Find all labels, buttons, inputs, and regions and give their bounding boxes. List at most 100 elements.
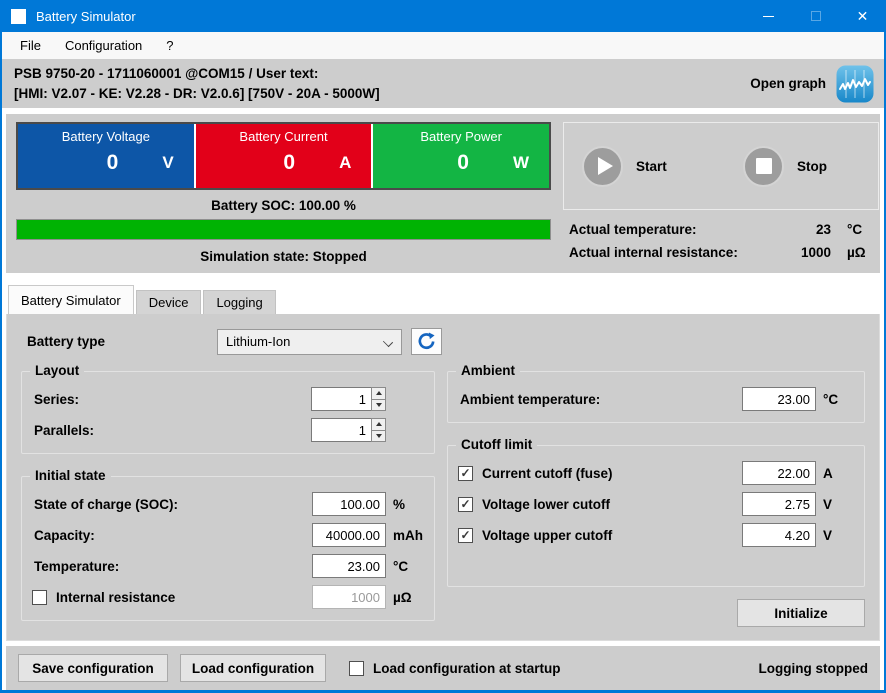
status-section: Battery Voltage 0 V Battery Current 0 A … [6, 114, 880, 273]
parallels-stepper[interactable] [371, 418, 386, 442]
layout-group: Layout Series: [21, 371, 435, 454]
battery-power-display: Battery Power 0 W [373, 124, 549, 188]
load-at-startup-checkbox[interactable] [349, 661, 364, 676]
actual-temperature-row: Actual temperature: 23 °C [569, 222, 877, 237]
battery-voltage-value: 0 [107, 151, 119, 175]
internal-resistance-input[interactable] [312, 585, 386, 609]
battery-voltage-unit: V [162, 153, 173, 173]
current-cutoff-checkbox[interactable] [458, 466, 473, 481]
battery-type-label: Battery type [27, 334, 217, 349]
stop-icon[interactable] [743, 146, 784, 187]
parallels-up-icon[interactable] [372, 419, 385, 430]
tab-control: Battery Simulator Device Logging Battery… [6, 285, 880, 641]
tab-strip: Battery Simulator Device Logging [6, 285, 880, 314]
temperature-input[interactable] [312, 554, 386, 578]
voltage-upper-cutoff-checkbox[interactable] [458, 528, 473, 543]
minimize-icon [763, 16, 774, 17]
actual-resistance-row: Actual internal resistance: 1000 µΩ [569, 245, 877, 260]
tab-battery-simulator[interactable]: Battery Simulator [8, 285, 134, 314]
device-info: PSB 9750-20 - 1711060001 @COM15 / User t… [14, 64, 380, 104]
series-up-icon[interactable] [372, 388, 385, 399]
ambient-temperature-input[interactable] [742, 387, 816, 411]
stop-label: Stop [797, 159, 827, 174]
parallels-down-icon[interactable] [372, 430, 385, 442]
battery-simulator-page: Battery type Lithium-Ion Layout [6, 314, 880, 641]
internal-resistance-checkbox[interactable] [32, 590, 47, 605]
close-button[interactable]: ✕ [839, 0, 886, 32]
app-window: Battery Simulator ✕ File Configuration ?… [0, 0, 886, 693]
soc-input[interactable] [312, 492, 386, 516]
ambient-group-title: Ambient [456, 363, 520, 378]
start-button[interactable]: Start [582, 146, 717, 187]
footer-bar: Save configuration Load configuration Lo… [6, 646, 880, 690]
soc-progress-fill [17, 220, 550, 239]
tab-logging[interactable]: Logging [203, 290, 275, 314]
soc-unit: % [386, 497, 424, 512]
capacity-label: Capacity: [32, 528, 312, 543]
load-configuration-button[interactable]: Load configuration [180, 654, 326, 682]
menu-file[interactable]: File [8, 32, 53, 59]
initialize-button[interactable]: Initialize [737, 599, 865, 627]
simulation-state-label: Simulation state: Stopped [16, 249, 551, 264]
voltage-lower-cutoff-checkbox[interactable] [458, 497, 473, 512]
actual-resistance-unit: µΩ [847, 245, 877, 260]
load-at-startup-label: Load configuration at startup [373, 661, 561, 676]
temperature-label: Temperature: [32, 559, 312, 574]
minimize-button[interactable] [745, 0, 792, 32]
initial-state-group: Initial state State of charge (SOC): % C… [21, 476, 435, 621]
left-column: Layout Series: [21, 371, 435, 621]
voltage-upper-cutoff-input[interactable] [742, 523, 816, 547]
title-bar: Battery Simulator ✕ [0, 0, 886, 32]
battery-soc-label: Battery SOC: 100.00 % [16, 198, 551, 213]
battery-voltage-title: Battery Voltage [18, 124, 194, 144]
battery-type-row: Battery type Lithium-Ion [27, 328, 865, 355]
save-configuration-button[interactable]: Save configuration [18, 654, 168, 682]
battery-current-display: Battery Current 0 A [196, 124, 372, 188]
device-info-line2: [HMI: V2.07 - KE: V2.28 - DR: V2.0.6] [7… [14, 84, 380, 104]
menu-configuration[interactable]: Configuration [53, 32, 154, 59]
battery-power-unit: W [513, 153, 529, 173]
soc-row: State of charge (SOC): % [32, 491, 424, 517]
transport-panel: Start Stop [563, 122, 879, 210]
voltage-lower-cutoff-label: Voltage lower cutoff [482, 497, 742, 512]
transport-column: Start Stop Actual temperature: 23 °C Act… [563, 122, 879, 273]
maximize-icon [811, 11, 821, 21]
refresh-battery-type-button[interactable] [411, 328, 442, 355]
maximize-button[interactable] [792, 0, 839, 32]
series-stepper[interactable] [371, 387, 386, 411]
load-at-startup-control[interactable]: Load configuration at startup [349, 661, 561, 676]
battery-type-select[interactable]: Lithium-Ion [217, 329, 402, 355]
menu-help[interactable]: ? [154, 32, 185, 59]
parallels-input[interactable] [311, 418, 371, 442]
actual-temperature-label: Actual temperature: [569, 222, 785, 237]
voltage-lower-cutoff-row: Voltage lower cutoff V [458, 491, 854, 517]
ambient-temperature-row: Ambient temperature: °C [458, 386, 854, 412]
close-icon: ✕ [857, 9, 869, 23]
internal-resistance-unit: µΩ [386, 590, 424, 605]
device-info-line1: PSB 9750-20 - 1711060001 @COM15 / User t… [14, 64, 380, 84]
current-cutoff-input[interactable] [742, 461, 816, 485]
capacity-input[interactable] [312, 523, 386, 547]
right-column: Ambient Ambient temperature: °C Cutoff l… [447, 371, 865, 627]
tab-device[interactable]: Device [136, 290, 202, 314]
cutoff-limit-group-title: Cutoff limit [456, 437, 537, 452]
battery-current-title: Battery Current [196, 124, 372, 144]
voltage-upper-cutoff-row: Voltage upper cutoff V [458, 522, 854, 548]
refresh-icon [417, 332, 436, 351]
menu-bar: File Configuration ? [2, 32, 884, 59]
series-input[interactable] [311, 387, 371, 411]
window-controls: ✕ [745, 0, 886, 32]
graph-icon[interactable] [836, 65, 874, 103]
battery-current-unit: A [339, 153, 351, 173]
parallels-row: Parallels: [32, 417, 424, 443]
actual-temperature-unit: °C [847, 222, 877, 237]
layout-group-title: Layout [30, 363, 84, 378]
voltage-lower-cutoff-input[interactable] [742, 492, 816, 516]
cutoff-limit-group: Cutoff limit Current cutoff (fuse) A Vol… [447, 445, 865, 587]
series-down-icon[interactable] [372, 399, 385, 411]
start-icon[interactable] [582, 146, 623, 187]
stop-button[interactable]: Stop [743, 146, 878, 187]
soc-progress-bar [16, 219, 551, 240]
current-cutoff-row: Current cutoff (fuse) A [458, 460, 854, 486]
open-graph-control[interactable]: Open graph [750, 65, 874, 103]
